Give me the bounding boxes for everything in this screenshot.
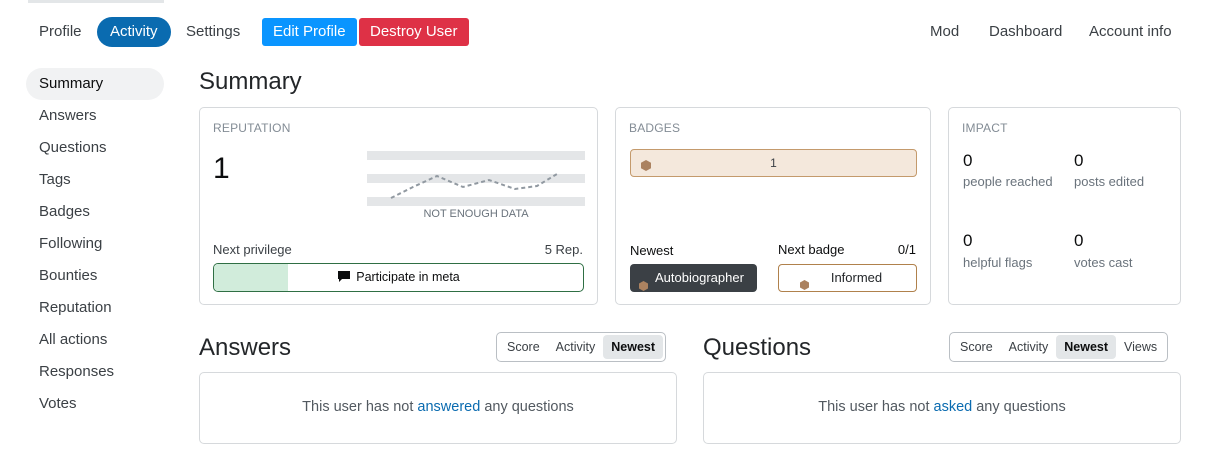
posts-edited-label: posts edited bbox=[1074, 174, 1145, 189]
reputation-value: 1 bbox=[213, 152, 230, 185]
answers-sort-activity[interactable]: Activity bbox=[548, 335, 604, 359]
mod-link[interactable]: Mod bbox=[930, 17, 959, 47]
answers-heading: Answers bbox=[199, 334, 292, 361]
answers-empty-text-end: any questions bbox=[480, 399, 574, 415]
answers-sort-newest[interactable]: Newest bbox=[603, 335, 664, 359]
top-divider bbox=[28, 0, 164, 3]
answers-sort-tabs: Score Activity Newest bbox=[496, 332, 667, 362]
next-badge-name: Informed bbox=[830, 270, 883, 285]
votes-cast-value: 0 bbox=[1074, 231, 1084, 250]
privilege-progress[interactable]: Participate in meta bbox=[213, 263, 584, 292]
sidebar-item-responses[interactable]: Responses bbox=[26, 356, 164, 388]
asked-link[interactable]: asked bbox=[934, 399, 973, 415]
sidebar-item-questions[interactable]: Questions bbox=[26, 132, 164, 164]
answered-link[interactable]: answered bbox=[417, 399, 480, 415]
votes-cast-label: votes cast bbox=[1074, 255, 1133, 270]
activity-sidebar: Summary Answers Questions Tags Badges Fo… bbox=[26, 68, 164, 420]
next-badge-label: Next badge bbox=[778, 242, 845, 257]
next-badge-progress: 0/1 bbox=[897, 242, 916, 257]
destroy-user-button[interactable]: Destroy User bbox=[359, 18, 469, 46]
questions-sort-views[interactable]: Views bbox=[1116, 335, 1165, 359]
reputation-graph: NOT ENOUGH DATA bbox=[367, 149, 585, 220]
questions-empty-text: This user has not bbox=[818, 399, 934, 415]
sidebar-item-votes[interactable]: Votes bbox=[26, 388, 164, 420]
questions-empty-text-end: any questions bbox=[972, 399, 1066, 415]
people-reached-value: 0 bbox=[963, 151, 973, 170]
next-privilege-rep: 5 Rep. bbox=[544, 242, 583, 257]
questions-sort-activity[interactable]: Activity bbox=[1001, 335, 1057, 359]
questions-sort-score[interactable]: Score bbox=[952, 335, 1001, 359]
tab-profile[interactable]: Profile bbox=[26, 17, 95, 47]
reputation-title: REPUTATION bbox=[213, 121, 291, 135]
questions-empty-state: This user has not asked any questions bbox=[703, 372, 1181, 444]
edit-profile-button[interactable]: Edit Profile bbox=[262, 18, 357, 46]
account-info-link[interactable]: Account info bbox=[1089, 17, 1172, 47]
next-privilege-label: Next privilege bbox=[213, 242, 292, 257]
privilege-name: Participate in meta bbox=[356, 270, 460, 284]
sidebar-item-tags[interactable]: Tags bbox=[26, 164, 164, 196]
newest-label: Newest bbox=[630, 243, 674, 258]
questions-heading: Questions bbox=[703, 334, 812, 361]
page-title: Summary bbox=[199, 68, 302, 95]
people-reached-label: people reached bbox=[963, 174, 1053, 189]
graph-note: NOT ENOUGH DATA bbox=[423, 208, 529, 220]
helpful-flags-value: 0 bbox=[963, 231, 973, 250]
posts-edited-value: 0 bbox=[1074, 151, 1084, 170]
helpful-flags-label: helpful flags bbox=[963, 255, 1033, 270]
sidebar-item-badges[interactable]: Badges bbox=[26, 196, 164, 228]
chat-bubble-icon bbox=[337, 266, 351, 291]
questions-sort-tabs: Score Activity Newest Views bbox=[949, 332, 1169, 362]
impact-title: IMPACT bbox=[962, 121, 1008, 135]
impact-card: IMPACT 0 people reached 0 posts edited 0… bbox=[948, 107, 1181, 305]
bronze-count: 1 bbox=[770, 156, 777, 170]
questions-sort-newest[interactable]: Newest bbox=[1056, 335, 1117, 359]
answers-empty-text: This user has not bbox=[302, 399, 418, 415]
tab-settings[interactable]: Settings bbox=[173, 17, 253, 47]
badges-card: BADGES 1 Newest Next badge 0/1 Autobiogr… bbox=[615, 107, 931, 305]
sidebar-item-reputation[interactable]: Reputation bbox=[26, 292, 164, 324]
next-badge[interactable]: Informed bbox=[778, 264, 917, 292]
sidebar-item-all-actions[interactable]: All actions bbox=[26, 324, 164, 356]
reputation-card: REPUTATION 1 NOT ENOUGH DATA Next privil… bbox=[199, 107, 598, 305]
tab-activity[interactable]: Activity bbox=[97, 17, 171, 47]
newest-badge-name: Autobiographer bbox=[655, 270, 744, 285]
answers-empty-state: This user has not answered any questions bbox=[199, 372, 677, 444]
bronze-badge-icon bbox=[639, 273, 648, 301]
answers-sort-score[interactable]: Score bbox=[499, 335, 548, 359]
sidebar-item-summary[interactable]: Summary bbox=[26, 68, 164, 100]
profile-nav: Profile Activity Settings Edit Profile D… bbox=[26, 17, 1182, 47]
sidebar-item-following[interactable]: Following bbox=[26, 228, 164, 260]
badges-title: BADGES bbox=[629, 121, 681, 135]
newest-badge[interactable]: Autobiographer bbox=[630, 264, 757, 292]
dashboard-link[interactable]: Dashboard bbox=[989, 17, 1062, 47]
sidebar-item-bounties[interactable]: Bounties bbox=[26, 260, 164, 292]
bronze-badge-count[interactable]: 1 bbox=[630, 149, 917, 177]
sidebar-item-answers[interactable]: Answers bbox=[26, 100, 164, 132]
